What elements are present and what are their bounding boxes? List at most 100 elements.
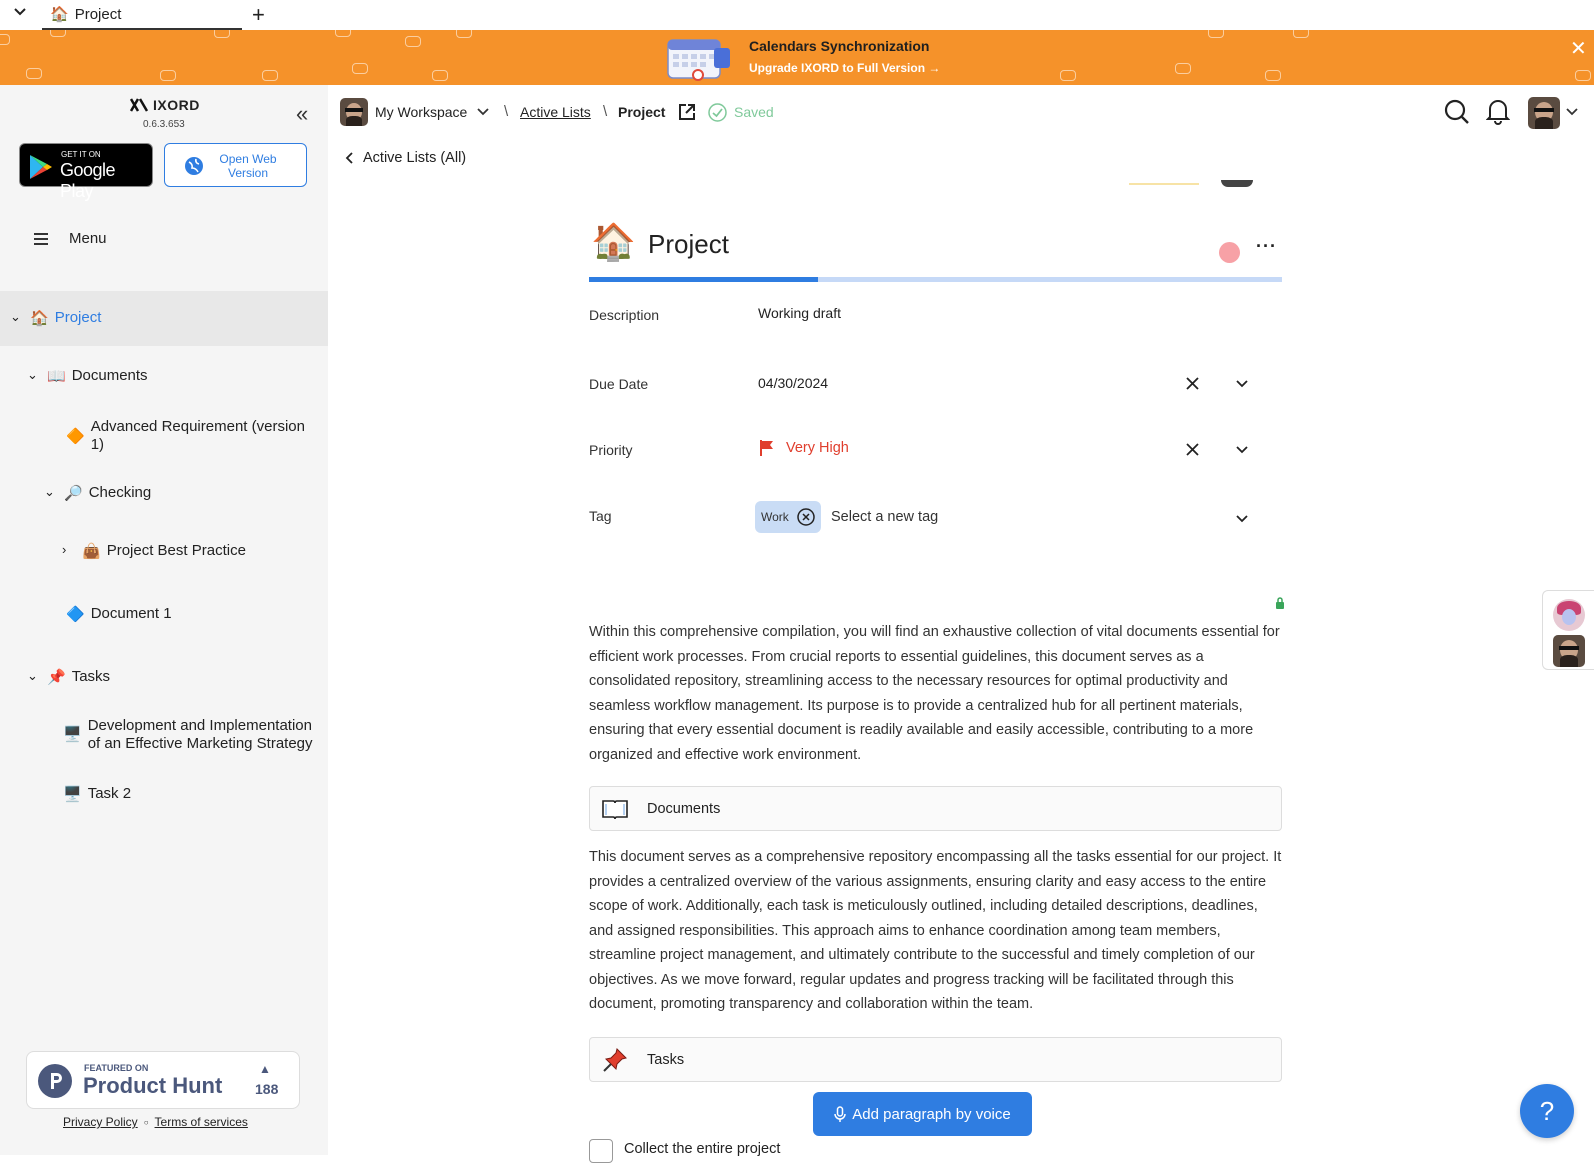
tree-item-document1[interactable]: 🔷 Document 1	[66, 605, 172, 623]
tag-chip-work[interactable]: Work	[755, 501, 821, 533]
tree-item-advanced-requirement[interactable]: 🔶 Advanced Requirement (version 1)	[66, 418, 316, 454]
chevron-down-icon[interactable]: ⌄	[10, 309, 24, 325]
chevron-down-icon[interactable]	[1566, 108, 1578, 116]
banner-title: Calendars Synchronization	[749, 38, 930, 54]
clear-priority-icon[interactable]	[1186, 443, 1199, 456]
paragraph-intro[interactable]: Within this comprehensive compilation, y…	[589, 620, 1285, 767]
house-icon[interactable]: 🏠	[591, 221, 636, 263]
saved-check-icon	[708, 103, 727, 122]
google-play-bottom-text: Google Play	[60, 160, 116, 201]
due-date-label: Due Date	[589, 376, 649, 392]
tree-item-project[interactable]: ⌄ 🏠 Project	[10, 309, 101, 327]
top-navigation: My Workspace \ Active Lists \ Project Sa…	[328, 85, 1594, 141]
microphone-icon	[834, 1105, 847, 1122]
remove-tag-icon[interactable]	[797, 508, 815, 526]
tag-label: Tag	[589, 508, 612, 524]
clear-due-date-icon[interactable]	[1186, 377, 1199, 390]
more-options-icon[interactable]: ···	[1256, 236, 1277, 257]
collaborator-avatar[interactable]	[1553, 635, 1585, 667]
tree-label: Task 2	[87, 785, 132, 802]
banner-upgrade-link[interactable]: Upgrade IXORD to Full Version →	[749, 61, 940, 75]
documents-block[interactable]: Documents	[589, 786, 1282, 831]
collapse-sidebar-icon[interactable]: «	[296, 101, 308, 127]
open-web-line2: Version	[227, 166, 269, 180]
saved-status: Saved	[734, 104, 774, 120]
product-hunt-votes: 188	[255, 1081, 279, 1097]
tag-select-input[interactable]: Select a new tag	[831, 509, 938, 525]
arrow-right-icon: →	[928, 61, 941, 75]
breadcrumb-separator: \	[504, 103, 509, 120]
tab-project[interactable]: 🏠 Project	[42, 0, 242, 30]
app-version: 0.6.3.653	[143, 119, 185, 130]
red-flag-icon	[760, 440, 773, 456]
collaborator-avatar[interactable]	[1553, 599, 1585, 631]
open-external-icon[interactable]	[678, 103, 696, 121]
lock-icon[interactable]	[1275, 597, 1285, 609]
status-color-dot[interactable]	[1219, 242, 1240, 263]
collect-project-checkbox[interactable]	[589, 1139, 613, 1163]
computer-icon: 🖥️	[63, 786, 82, 803]
tree-item-dev-impl[interactable]: 🖥️ Development and Implementation of an …	[63, 717, 323, 753]
tree-item-best-practice[interactable]: › 👜 Project Best Practice	[62, 542, 246, 560]
tasks-block-label: Tasks	[647, 1051, 685, 1068]
tree-label: Checking	[88, 484, 152, 501]
banner-close-button[interactable]: ✕	[1570, 36, 1587, 61]
menu-label: Menu	[69, 230, 107, 247]
tab-list-dropdown-icon[interactable]	[13, 4, 27, 21]
description-label: Description	[589, 307, 660, 323]
chevron-left-icon	[345, 152, 353, 164]
tree-item-checking[interactable]: ⌄ 🔎 Checking	[44, 484, 151, 502]
chevron-right-icon[interactable]: ›	[62, 542, 76, 557]
privacy-policy-link[interactable]: Privacy Policy	[63, 1115, 138, 1129]
scroll-remnant	[1221, 180, 1253, 187]
scroll-remnant	[1129, 183, 1199, 185]
tree-item-tasks[interactable]: ⌄ 📌 Tasks	[27, 668, 110, 686]
new-tab-button[interactable]: +	[252, 2, 265, 28]
chevron-down-icon[interactable]: ⌄	[27, 367, 41, 383]
tree-label: Project Best Practice	[106, 542, 246, 559]
chevron-down-icon[interactable]	[1236, 446, 1248, 454]
pushpin-icon: 📌	[47, 669, 66, 686]
bell-icon[interactable]	[1486, 98, 1510, 125]
workspace-selector[interactable]: My Workspace	[375, 104, 489, 120]
add-paragraph-by-voice-button[interactable]: Add paragraph by voice	[813, 1092, 1032, 1136]
chevron-down-icon[interactable]: ⌄	[44, 484, 58, 500]
paragraph-tasks[interactable]: This document serves as a comprehensive …	[589, 845, 1285, 1017]
tree-label: Document 1	[90, 605, 172, 622]
voice-button-label: Add paragraph by voice	[852, 1105, 1011, 1123]
open-web-version-button[interactable]: Open Web Version	[164, 143, 307, 187]
back-to-active-lists[interactable]: Active Lists (All)	[345, 150, 466, 166]
due-date-value[interactable]: 04/30/2024	[758, 375, 828, 391]
priority-value[interactable]: Very High	[786, 440, 849, 456]
ixord-logo-icon	[130, 98, 148, 112]
blue-diamond-icon: 🔷	[66, 606, 85, 623]
priority-label: Priority	[589, 442, 633, 458]
workspace-avatar[interactable]	[340, 98, 368, 126]
help-button[interactable]: ?	[1520, 1084, 1574, 1138]
progress-fill	[589, 277, 818, 282]
document-title[interactable]: Project	[648, 229, 729, 260]
description-value[interactable]: Working draft	[758, 305, 841, 321]
google-play-top-text: GET IT ON	[61, 150, 101, 159]
back-label: Active Lists (All)	[363, 150, 467, 166]
app-logo: IXORD	[130, 97, 200, 113]
search-icon[interactable]	[1444, 99, 1470, 125]
chevron-down-icon[interactable]	[1236, 380, 1248, 388]
computer-icon: 🖥️	[63, 726, 82, 743]
tree-item-documents[interactable]: ⌄ 📖 Documents	[27, 367, 148, 385]
terms-link[interactable]: Terms of services	[155, 1115, 248, 1129]
breadcrumb-active-lists[interactable]: Active Lists	[520, 104, 591, 120]
upgrade-banner[interactable]: Calendars Synchronization Upgrade IXORD …	[0, 30, 1594, 85]
menu-button[interactable]: Menu	[33, 230, 107, 247]
tasks-block[interactable]: Tasks	[589, 1037, 1282, 1082]
product-hunt-logo-icon	[38, 1064, 72, 1098]
chevron-down-icon[interactable]: ⌄	[27, 668, 41, 684]
globe-icon	[185, 157, 203, 175]
product-hunt-badge[interactable]: FEATURED ON Product Hunt ▲ 188	[26, 1051, 300, 1109]
tree-label: Development and Implementation of an Eff…	[87, 717, 313, 752]
user-avatar[interactable]	[1528, 97, 1560, 129]
chevron-down-icon[interactable]	[1236, 515, 1248, 523]
tree-item-task2[interactable]: 🖥️ Task 2	[63, 785, 131, 803]
google-play-button[interactable]: GET IT ON Google Play	[19, 143, 153, 201]
breadcrumb-current: Project	[618, 104, 666, 120]
